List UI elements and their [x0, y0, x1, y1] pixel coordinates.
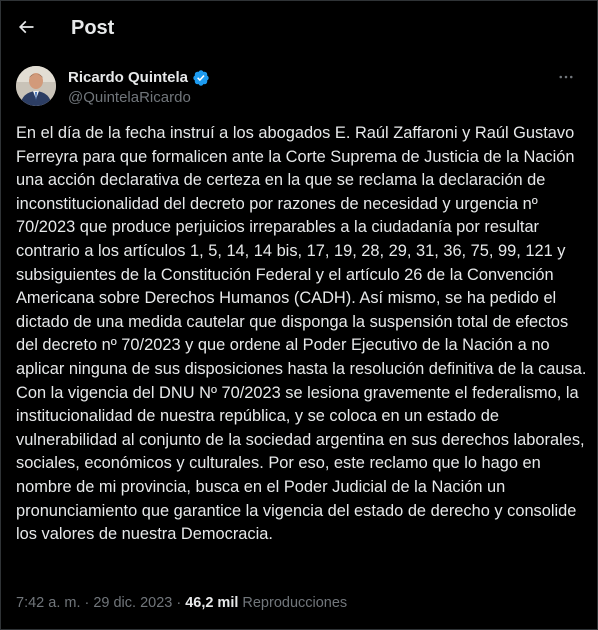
author-handle[interactable]: @QuintelaRicardo [68, 88, 191, 108]
post-page: Post Ricardo Quintela @QuintelaRicardo E… [0, 0, 598, 630]
post-date[interactable]: 29 dic. 2023 [93, 593, 172, 613]
name-row: Ricardo Quintela [68, 68, 210, 88]
more-button[interactable] [552, 66, 580, 88]
post-paragraph: Con la vigencia del DNU Nº 70/2023 se le… [16, 383, 585, 544]
post-time[interactable]: 7:42 a. m. [16, 593, 80, 613]
post-author: Ricardo Quintela @QuintelaRicardo [16, 66, 586, 110]
views-label: Reproducciones [242, 595, 348, 611]
post-header: Post [1, 1, 597, 54]
avatar[interactable] [16, 66, 56, 106]
display-name[interactable]: Ricardo Quintela [68, 68, 188, 88]
post-paragraph: En el día de la fecha instruí a los abog… [16, 124, 587, 378]
more-horizontal-icon [559, 75, 573, 79]
page-title: Post [71, 17, 115, 39]
verified-badge-icon[interactable] [192, 69, 210, 87]
views-count: 46,2 mil [185, 595, 239, 611]
back-button[interactable] [9, 10, 43, 44]
meta-separator: · [176, 595, 182, 611]
avatar-image [16, 66, 56, 106]
post-meta: 7:42 a. m. · 29 dic. 2023 · 46,2 mil Rep… [16, 593, 347, 613]
meta-separator: · [84, 595, 90, 611]
arrow-left-icon [18, 20, 34, 34]
post-text: En el día de la fecha instruí a los abog… [16, 122, 588, 547]
